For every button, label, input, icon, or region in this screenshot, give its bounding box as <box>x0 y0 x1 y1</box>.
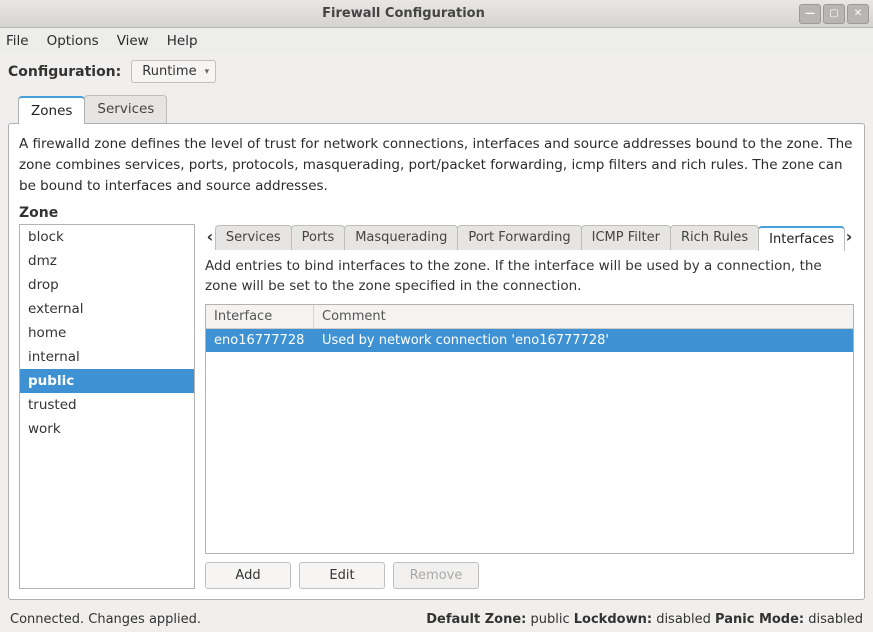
zones-panel: A firewalld zone defines the level of tr… <box>8 123 865 600</box>
zone-list-header: Zone <box>19 205 854 221</box>
lockdown-label: Lockdown: <box>574 612 652 627</box>
column-comment[interactable]: Comment <box>314 305 853 328</box>
tab-port-forwarding[interactable]: Port Forwarding <box>457 225 581 250</box>
remove-button: Remove <box>393 562 479 589</box>
menu-view[interactable]: View <box>117 33 149 49</box>
cell-interface: eno16777728 <box>206 329 314 352</box>
status-left: Connected. Changes applied. <box>10 612 201 627</box>
table-header: Interface Comment <box>206 305 853 329</box>
zone-item-internal[interactable]: internal <box>20 345 194 369</box>
menu-help[interactable]: Help <box>167 33 198 49</box>
zone-item-public[interactable]: public <box>20 369 194 393</box>
close-button[interactable]: ✕ <box>847 4 869 24</box>
maximize-button[interactable]: ▢ <box>823 4 845 24</box>
menubar: File Options View Help <box>0 28 873 54</box>
lockdown-value: disabled <box>656 612 711 627</box>
status-right: Default Zone: public Lockdown: disabled … <box>426 612 863 627</box>
window-controls: — ▢ ✕ <box>799 4 869 24</box>
statusbar: Connected. Changes applied. Default Zone… <box>0 606 873 632</box>
chevron-down-icon: ▾ <box>205 67 210 77</box>
table-body: eno16777728Used by network connection 'e… <box>206 329 853 553</box>
tab-interfaces[interactable]: Interfaces <box>758 226 845 251</box>
configuration-label: Configuration: <box>8 64 121 80</box>
interface-buttons: Add Edit Remove <box>205 554 854 589</box>
zone-item-external[interactable]: external <box>20 297 194 321</box>
top-level-tabs: Zones Services <box>0 89 873 123</box>
window-title: Firewall Configuration <box>8 6 799 21</box>
minimize-button[interactable]: — <box>799 4 821 24</box>
default-zone-value: public <box>531 612 570 627</box>
tab-services[interactable]: Services <box>84 95 167 123</box>
menu-file[interactable]: File <box>6 33 29 49</box>
add-button[interactable]: Add <box>205 562 291 589</box>
configuration-combobox[interactable]: Runtime ▾ <box>131 60 216 83</box>
scroll-tabs-right-button[interactable]: › <box>844 224 854 250</box>
zone-item-dmz[interactable]: dmz <box>20 249 194 273</box>
tab-icmp-filter[interactable]: ICMP Filter <box>581 225 671 250</box>
default-zone-label: Default Zone: <box>426 612 526 627</box>
tab-services[interactable]: Services <box>215 225 292 250</box>
tab-rich-rules[interactable]: Rich Rules <box>670 225 759 250</box>
column-interface[interactable]: Interface <box>206 305 314 328</box>
zone-description: A firewalld zone defines the level of tr… <box>19 134 854 197</box>
zone-item-trusted[interactable]: trusted <box>20 393 194 417</box>
scroll-tabs-left-button[interactable]: ‹ <box>205 224 215 250</box>
tab-masquerading[interactable]: Masquerading <box>344 225 458 250</box>
zone-item-block[interactable]: block <box>20 225 194 249</box>
panic-mode-label: Panic Mode: <box>715 612 804 627</box>
panic-mode-value: disabled <box>808 612 863 627</box>
edit-button[interactable]: Edit <box>299 562 385 589</box>
zone-list[interactable]: blockdmzdropexternalhomeinternalpublictr… <box>19 224 195 589</box>
zone-item-drop[interactable]: drop <box>20 273 194 297</box>
tab-zones[interactable]: Zones <box>18 96 85 124</box>
menu-options[interactable]: Options <box>47 33 99 49</box>
zone-item-home[interactable]: home <box>20 321 194 345</box>
table-row[interactable]: eno16777728Used by network connection 'e… <box>206 329 853 352</box>
configuration-row: Configuration: Runtime ▾ <box>0 54 873 89</box>
zone-item-work[interactable]: work <box>20 417 194 441</box>
cell-comment: Used by network connection 'eno16777728' <box>314 329 853 352</box>
interfaces-table: Interface Comment eno16777728Used by net… <box>205 304 854 554</box>
window-titlebar: Firewall Configuration — ▢ ✕ <box>0 0 873 28</box>
configuration-value: Runtime <box>142 64 196 79</box>
zone-detail-tabs: ‹ ServicesPortsMasqueradingPort Forwardi… <box>205 224 854 250</box>
interfaces-description: Add entries to bind interfaces to the zo… <box>205 256 854 297</box>
tab-ports[interactable]: Ports <box>291 225 346 250</box>
